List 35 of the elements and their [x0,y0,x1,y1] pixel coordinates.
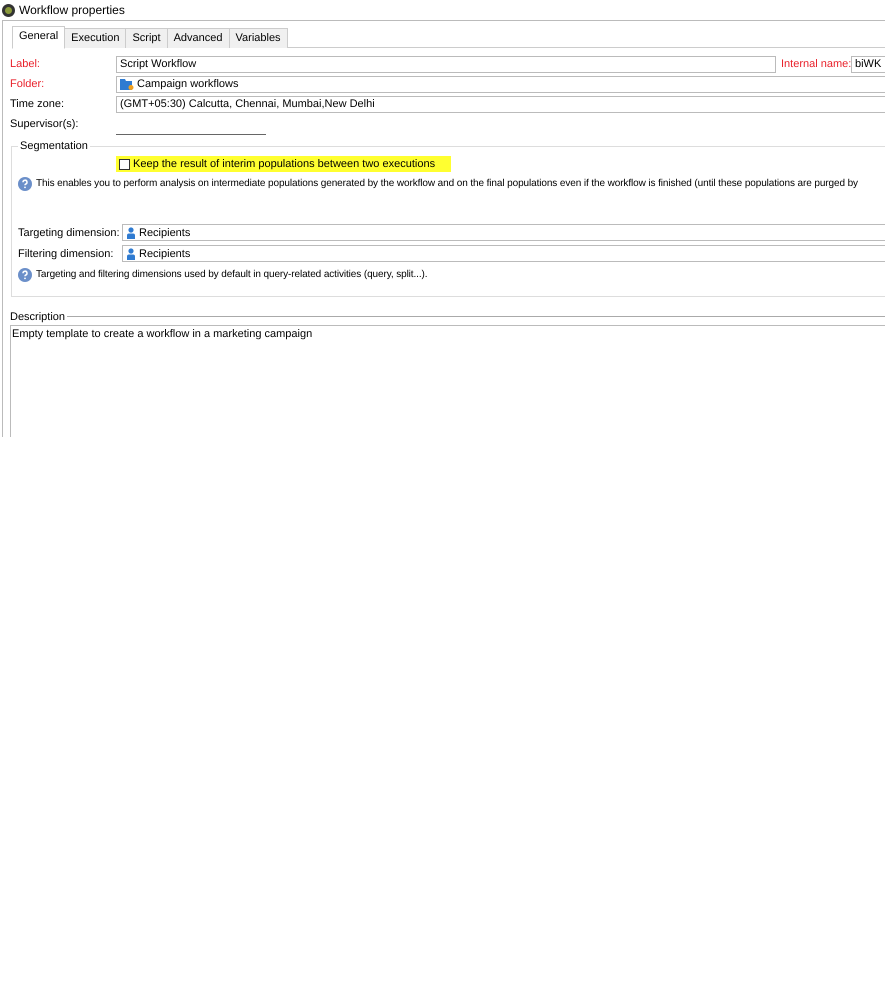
window-title: Workflow properties [19,3,125,17]
description-textarea[interactable]: Empty template to create a workflow in a marketing campaign [10,324,885,437]
tab[interactable]: Execution [64,28,126,48]
dimension-value: Recipients [139,248,190,260]
field-label: Targeting dimension: [18,226,121,238]
field-label: Folder: [10,78,46,90]
internal-name-input[interactable]: biWK [851,56,885,72]
section-title: Segmentation [19,140,89,152]
folder-field[interactable]: Campaign workflows [116,76,885,92]
tab[interactable]: Script [125,28,168,48]
label-input[interactable]: Script Workflow [116,56,776,72]
help-icon [18,268,32,282]
tab[interactable]: Variables [228,28,288,48]
time-zone-field[interactable]: (GMT+05:30) Calcutta, Chennai, Mumbai,New Delhi [116,96,885,112]
section-title: Description [10,310,66,322]
info-text: Targeting and filtering dimensions used by default in query-related activities (query, split...). [36,269,428,280]
dimension-field[interactable]: Recipients [122,245,885,262]
checkbox-label[interactable]: Keep the result of interim populations between two executions [116,156,452,172]
field-label: Supervisor(s): [10,118,80,130]
field-label: Time zone: [10,98,66,110]
person-icon [126,248,136,260]
help-icon [18,176,32,190]
field-label: Filtering dimension: [18,248,114,260]
info-text: This enables you to perform analysis on intermediate populations generated by the workflow and on the final populations even if the workflow is finished (until these populations are purged by [36,178,858,189]
person-icon [126,226,136,238]
tab[interactable]: General [12,26,66,49]
field-label: Label: [10,58,41,70]
tab[interactable]: Advanced [166,28,230,48]
dimension-value: Recipients [139,226,190,238]
app-icon [2,4,15,16]
folder-icon [120,78,134,90]
folder-name: Campaign workflows [137,78,238,90]
field-label: Internal name: [781,58,851,70]
dimension-field[interactable]: Recipients [122,224,885,241]
checkbox[interactable] [119,158,130,170]
